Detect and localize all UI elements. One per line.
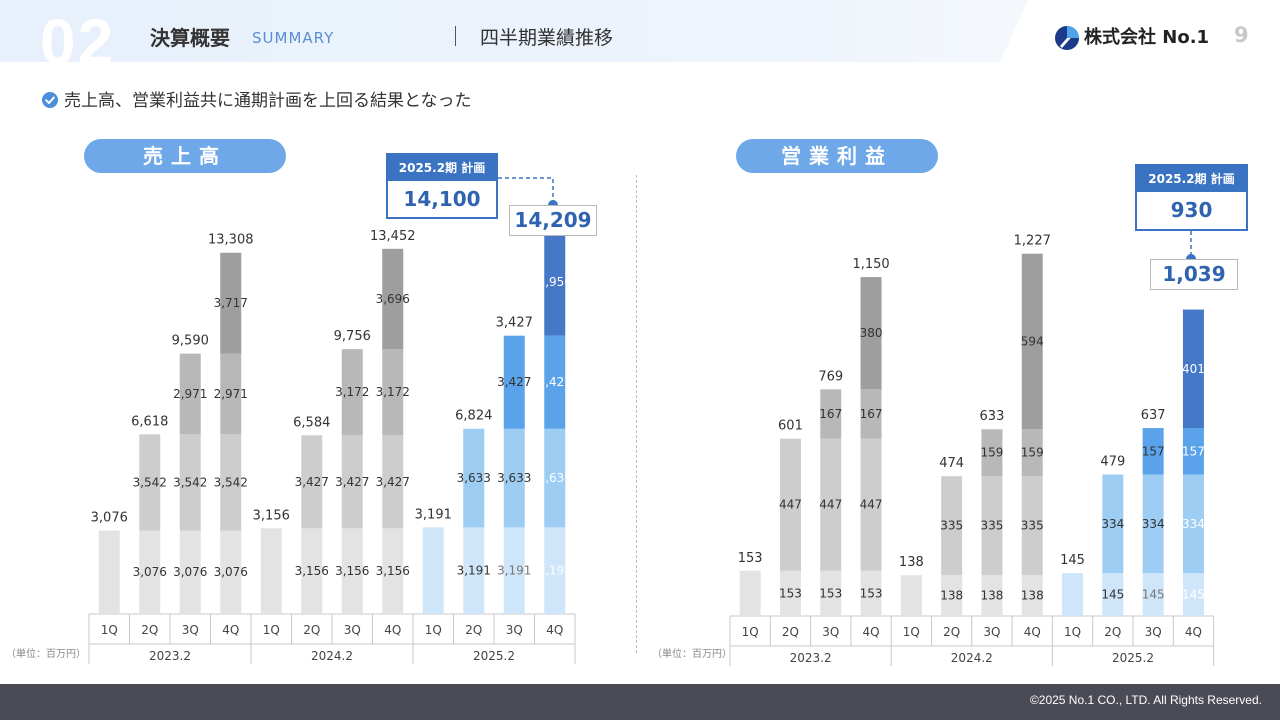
profit-plan-box: 2025.2期 計画 930 — [1135, 164, 1248, 231]
segment-label: 167 — [819, 407, 842, 421]
x-tick-label: 1Q — [742, 625, 759, 639]
x-tick-label: 3Q — [983, 625, 1000, 639]
sales-plan-value: 14,100 — [403, 187, 481, 211]
profit-plan-label: 2025.2期 計画 — [1137, 166, 1246, 192]
x-tick-label: 4Q — [1185, 625, 1202, 639]
segment-label: 401 — [1182, 362, 1205, 376]
total-label: 637 — [1141, 408, 1166, 423]
group-label: 2024.2 — [951, 651, 993, 665]
sales-plan-label: 2025.2期 計画 — [388, 155, 496, 181]
footer: ©2025 No.1 CO., LTD. All Rights Reserved… — [0, 684, 1280, 720]
segment-label: 153 — [860, 586, 883, 600]
segment-label: 157 — [1182, 444, 1205, 458]
profit-plan-value: 930 — [1170, 198, 1213, 222]
segment-label: 447 — [860, 498, 883, 512]
bar-segment — [1062, 573, 1084, 616]
segment-label: 145 — [1101, 588, 1124, 602]
segment-label: 145 — [1142, 588, 1165, 602]
total-label: 601 — [778, 419, 803, 434]
profit-unit-label: （単位：百万円） — [652, 649, 732, 660]
segment-label: 159 — [980, 446, 1003, 460]
segment-label: 159 — [1021, 446, 1044, 460]
segment-label: 157 — [1142, 444, 1165, 458]
total-label: 479 — [1100, 454, 1125, 469]
segment-label: 334 — [1182, 517, 1205, 531]
x-tick-label: 1Q — [1064, 625, 1081, 639]
x-tick-label: 1Q — [903, 625, 920, 639]
x-tick-label: 4Q — [863, 625, 880, 639]
group-label: 2023.2 — [790, 651, 832, 665]
total-label: 1,150 — [852, 257, 889, 272]
segment-label: 334 — [1101, 517, 1124, 531]
x-tick-label: 4Q — [1024, 625, 1041, 639]
segment-label: 167 — [860, 407, 883, 421]
segment-label: 447 — [779, 498, 802, 512]
group-label: 2025.2 — [1112, 651, 1154, 665]
x-tick-label: 2Q — [1104, 625, 1121, 639]
segment-label: 335 — [940, 519, 963, 533]
sales-plan-box: 2025.2期 計画 14,100 — [386, 153, 498, 219]
x-tick-label: 3Q — [1145, 625, 1162, 639]
total-label: 474 — [939, 456, 964, 471]
segment-label: 447 — [819, 498, 842, 512]
total-label: 1,227 — [1014, 234, 1051, 249]
total-label: 145 — [1060, 553, 1085, 568]
profit-chart: 153 1Q 153 447 601 2Q 153 447 167 769 3Q 153 447 167 3… — [729, 231, 1215, 666]
segment-label: 138 — [1021, 589, 1044, 603]
sales-unit-label: （単位：百万円） — [6, 649, 86, 660]
segment-label: 138 — [940, 589, 963, 603]
total-label: 769 — [818, 369, 843, 384]
profit-actual-box: 1,039 — [1150, 259, 1238, 290]
total-label: 633 — [980, 409, 1005, 424]
total-label: 153 — [738, 551, 763, 566]
segment-label: 594 — [1021, 334, 1044, 348]
segment-label: 380 — [860, 326, 883, 340]
segment-label: 138 — [980, 589, 1003, 603]
segment-label: 335 — [1021, 519, 1044, 533]
segment-label: 335 — [980, 519, 1003, 533]
x-tick-label: 3Q — [822, 625, 839, 639]
total-label: 138 — [899, 555, 924, 570]
segment-label: 153 — [779, 586, 802, 600]
bar-segment — [900, 575, 922, 616]
segment-label: 153 — [819, 586, 842, 600]
segment-label: 334 — [1142, 517, 1165, 531]
x-tick-label: 2Q — [943, 625, 960, 639]
copyright: ©2025 No.1 CO., LTD. All Rights Reserved… — [1029, 693, 1262, 707]
bar-segment — [739, 570, 761, 616]
segment-label: 145 — [1182, 588, 1205, 602]
x-tick-label: 2Q — [782, 625, 799, 639]
sales-actual-box: 14,209 — [509, 205, 597, 236]
